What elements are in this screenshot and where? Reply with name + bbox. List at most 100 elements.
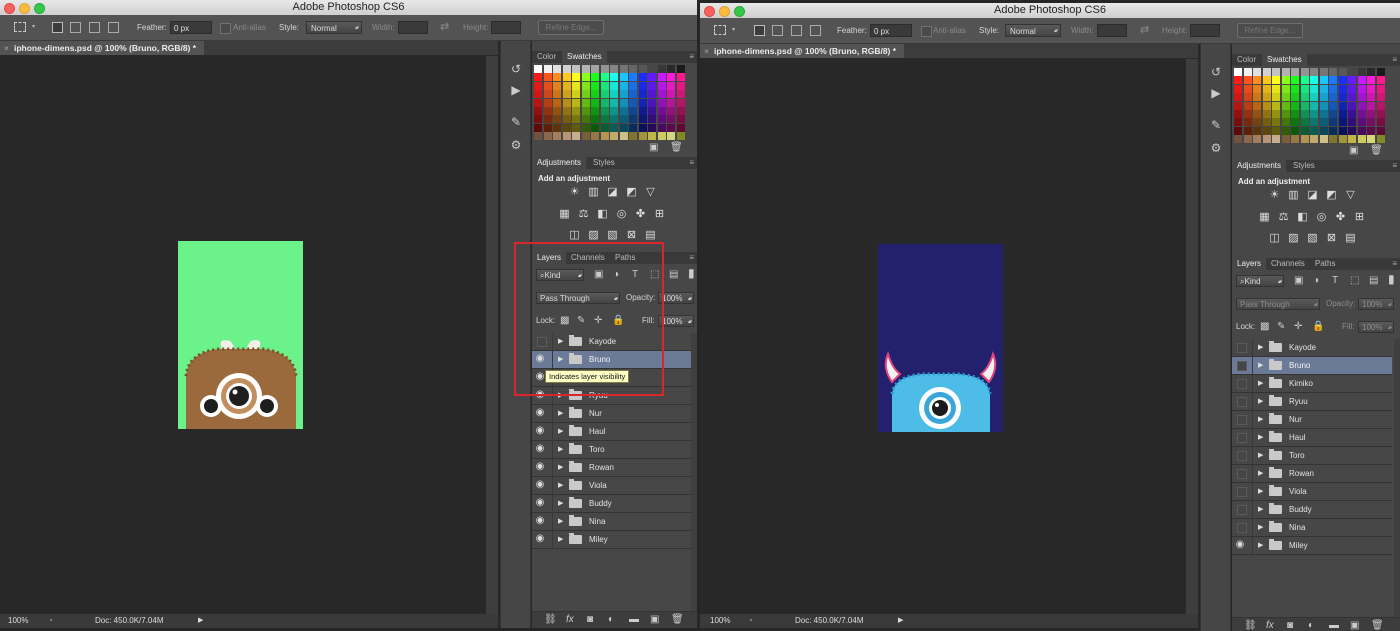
- swatch[interactable]: [1281, 126, 1290, 135]
- horizontal-scrollbar[interactable]: [210, 614, 498, 628]
- swatch[interactable]: [648, 65, 656, 73]
- swatch[interactable]: [1338, 135, 1347, 144]
- threshold-icon[interactable]: ▧: [606, 230, 619, 241]
- swatch[interactable]: [657, 107, 666, 115]
- swatch[interactable]: [572, 123, 580, 132]
- swatch[interactable]: [581, 65, 590, 73]
- filter-toggle-icon[interactable]: ▮: [1388, 273, 1395, 285]
- swatch[interactable]: [1319, 93, 1328, 102]
- layer-row[interactable]: ◉ ▶ Nur: [532, 405, 691, 423]
- expand-arrow-icon[interactable]: ▶: [1258, 429, 1263, 446]
- swatch[interactable]: [610, 73, 618, 82]
- swatch[interactable]: [1338, 110, 1347, 118]
- swatch[interactable]: [591, 90, 599, 99]
- panel-menu-icon[interactable]: ≡: [1392, 160, 1397, 172]
- swatch[interactable]: [629, 115, 637, 124]
- tab-color[interactable]: Color: [532, 51, 561, 63]
- color-lookup-icon[interactable]: ⊞: [653, 209, 666, 220]
- status-menu-arrow-icon[interactable]: ▶: [198, 614, 203, 628]
- swatch[interactable]: [1338, 68, 1347, 76]
- swatch[interactable]: [667, 98, 675, 107]
- new-swatch-icon[interactable]: ▣: [1349, 145, 1358, 157]
- exposure-icon[interactable]: ◩: [625, 187, 638, 198]
- swatch[interactable]: [1253, 93, 1261, 102]
- swatch[interactable]: [562, 123, 571, 132]
- swatch[interactable]: [610, 98, 618, 107]
- swap-icon[interactable]: ⇄: [440, 15, 449, 40]
- swatches-grid[interactable]: [1234, 68, 1386, 144]
- swatch[interactable]: [591, 123, 599, 132]
- new-group-icon[interactable]: ▬: [629, 614, 639, 626]
- expand-arrow-icon[interactable]: ▶: [1258, 465, 1263, 482]
- tab-styles[interactable]: Styles: [588, 157, 620, 169]
- panel-menu-icon[interactable]: ≡: [1392, 258, 1397, 270]
- swatch[interactable]: [676, 65, 685, 73]
- visibility-toggle[interactable]: [1237, 361, 1247, 371]
- expand-arrow-icon[interactable]: ▶: [558, 423, 563, 440]
- swatch[interactable]: [676, 90, 685, 99]
- lock-transparent-icon[interactable]: ▩: [1260, 321, 1269, 333]
- swatch[interactable]: [572, 90, 580, 99]
- swatch[interactable]: [1234, 84, 1242, 93]
- swatch[interactable]: [1281, 135, 1290, 144]
- marquee-tool-icon[interactable]: [714, 25, 726, 35]
- swatch[interactable]: [600, 107, 609, 115]
- subtract-from-selection-icon[interactable]: [791, 25, 802, 36]
- swatch[interactable]: [1253, 68, 1261, 76]
- layer-row[interactable]: ▶ Buddy: [1232, 501, 1392, 519]
- swatch[interactable]: [619, 123, 628, 132]
- gradient-triangle-icon[interactable]: ▽: [644, 187, 657, 198]
- swatch[interactable]: [638, 132, 647, 141]
- swatch[interactable]: [1253, 135, 1261, 144]
- swatch[interactable]: [667, 65, 675, 73]
- swatch[interactable]: [610, 65, 618, 73]
- expand-arrow-icon[interactable]: ▶: [558, 495, 563, 512]
- swatch[interactable]: [610, 107, 618, 115]
- width-input[interactable]: [398, 21, 428, 34]
- filter-smart-object-icon[interactable]: ▤: [669, 269, 678, 281]
- canvas-area[interactable]: [0, 56, 486, 614]
- layer-row[interactable]: ▶ Nina: [1232, 519, 1392, 537]
- photo-filter-icon[interactable]: ◎: [615, 209, 628, 220]
- swatch[interactable]: [676, 107, 685, 115]
- swatch[interactable]: [667, 90, 675, 99]
- color-balance-icon[interactable]: ⚖: [577, 209, 590, 220]
- swatch[interactable]: [629, 73, 637, 82]
- swatch[interactable]: [1310, 68, 1318, 76]
- swatch[interactable]: [667, 123, 675, 132]
- swatch[interactable]: [1262, 76, 1271, 85]
- close-window-button[interactable]: [4, 3, 15, 14]
- swatch[interactable]: [1300, 68, 1309, 76]
- visibility-toggle[interactable]: [1237, 343, 1247, 353]
- posterize-icon[interactable]: ▨: [1287, 233, 1300, 244]
- swatch[interactable]: [619, 98, 628, 107]
- swatch[interactable]: [1272, 84, 1280, 93]
- swatch[interactable]: [1310, 135, 1318, 144]
- swatch[interactable]: [610, 132, 618, 141]
- swatch[interactable]: [629, 123, 637, 132]
- swatch[interactable]: [543, 81, 552, 90]
- swatch[interactable]: [553, 90, 561, 99]
- swatch[interactable]: [1357, 110, 1366, 118]
- swatch[interactable]: [667, 73, 675, 82]
- swatch[interactable]: [1281, 110, 1290, 118]
- swatch[interactable]: [581, 73, 590, 82]
- expand-arrow-icon[interactable]: ▶: [1258, 501, 1263, 518]
- swatch[interactable]: [629, 132, 637, 141]
- brightness-contrast-icon[interactable]: ☀: [568, 187, 581, 198]
- history-icon[interactable]: ↺: [508, 61, 524, 77]
- swatch[interactable]: [1253, 110, 1261, 118]
- layer-row[interactable]: ▶ Rowan: [1232, 465, 1392, 483]
- swatch[interactable]: [591, 73, 599, 82]
- swatch[interactable]: [667, 132, 675, 141]
- expand-arrow-icon[interactable]: ▶: [1258, 447, 1263, 464]
- swatch[interactable]: [1348, 135, 1356, 144]
- swatch[interactable]: [1291, 118, 1299, 127]
- feather-input[interactable]: 0 px: [870, 24, 912, 37]
- swatch[interactable]: [1291, 93, 1299, 102]
- swatch[interactable]: [1234, 68, 1242, 76]
- swatch[interactable]: [562, 115, 571, 124]
- style-select[interactable]: Normal: [1005, 24, 1061, 38]
- swatch[interactable]: [1234, 118, 1242, 127]
- link-layers-icon[interactable]: ⛓: [1244, 620, 1257, 631]
